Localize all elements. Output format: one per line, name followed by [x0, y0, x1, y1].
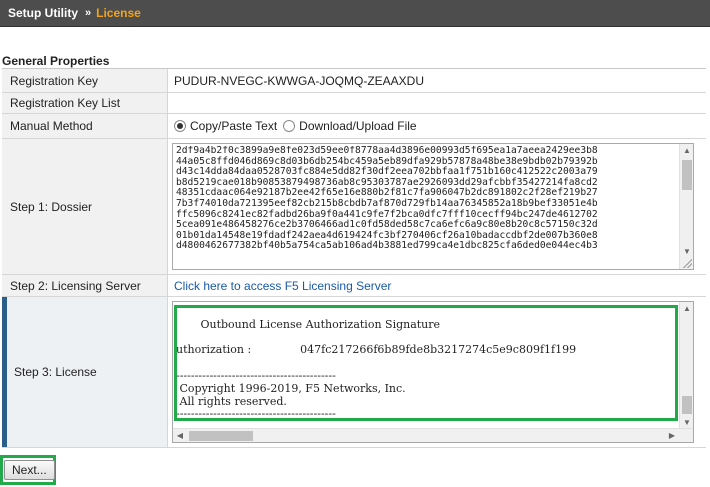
registration-key-list-value — [168, 93, 706, 113]
licensing-server-label: Step 2: Licensing Server — [2, 275, 168, 296]
arrow-down-icon[interactable]: ▼ — [680, 245, 693, 259]
license-line: ----------------------------------------… — [176, 407, 336, 421]
license-line: Outbound License Authorization Signature — [176, 317, 441, 331]
license-hscroll-thumb[interactable] — [189, 431, 253, 441]
dossier-text: 2df9a4b2f0c3899a9e8fe023d59ee0f8778aa4d3… — [176, 146, 681, 252]
dossier-vertical-scrollbar[interactable]: ▲ ▼ — [679, 144, 693, 269]
license-line: Copyright 1996-2019, F5 Networks, Inc. — [176, 381, 406, 395]
dossier-line: 7b3f74010da721395eef82cb215b8cbdb7af870d… — [176, 197, 598, 209]
registration-key-label: Registration Key — [2, 69, 168, 92]
next-button[interactable]: Next... — [4, 460, 55, 480]
license-cell: Outbound License Authorization Signature… — [168, 297, 706, 447]
license-line: uthorization : 047fc217266f6b89fde8b3217… — [176, 343, 577, 357]
license-label: Step 3: License — [2, 297, 168, 447]
registration-key-list-label: Registration Key List — [2, 93, 168, 113]
dossier-label: Step 1: Dossier — [2, 139, 168, 274]
arrow-up-icon[interactable]: ▲ — [680, 302, 693, 316]
license-text: Outbound License Authorization Signature… — [176, 306, 681, 421]
breadcrumb-root[interactable]: Setup Utility — [8, 6, 78, 20]
row-manual-method: Manual Method Copy/Paste Text Download/U… — [2, 114, 706, 139]
general-properties-table: Registration Key PUDUR-NVEGC-KWWGA-JOQMQ… — [2, 68, 706, 448]
download-upload-label[interactable]: Download/Upload File — [299, 119, 416, 133]
row-licensing-server: Step 2: Licensing Server Click here to a… — [2, 275, 706, 297]
breadcrumb: Setup Utility » License — [0, 0, 710, 27]
manual-method-options: Copy/Paste Text Download/Upload File — [168, 114, 706, 138]
registration-key-value: PUDUR-NVEGC-KWWGA-JOQMQ-ZEAAXDU — [174, 73, 424, 88]
license-textarea[interactable]: Outbound License Authorization Signature… — [172, 301, 694, 443]
breadcrumb-current: License — [96, 6, 141, 20]
breadcrumb-separator: » — [85, 7, 92, 19]
arrow-up-icon[interactable]: ▲ — [680, 144, 693, 158]
dossier-cell: 2df9a4b2f0c3899a9e8fe023d59ee0f8778aa4d3… — [168, 139, 706, 274]
manual-method-label: Manual Method — [2, 114, 168, 138]
download-upload-radio[interactable] — [283, 120, 296, 132]
row-registration-key-list: Registration Key List — [2, 93, 706, 114]
row-dossier: Step 1: Dossier 2df9a4b2f0c3899a9e8fe023… — [2, 139, 706, 275]
license-line — [176, 306, 681, 319]
license-line: ----------------------------------------… — [176, 368, 336, 382]
copy-paste-radio[interactable] — [174, 120, 186, 132]
licensing-server-link[interactable]: Click here to access F5 Licensing Server — [174, 279, 391, 293]
arrow-left-icon[interactable]: ◀ — [173, 429, 187, 442]
row-license: Step 3: License Outbound License Authori… — [2, 297, 706, 448]
license-vertical-scrollbar[interactable]: ▲ ▼ — [679, 302, 693, 430]
copy-paste-label[interactable]: Copy/Paste Text — [190, 119, 277, 133]
section-title: General Properties — [2, 54, 110, 68]
resize-grip-icon[interactable] — [682, 258, 692, 268]
dossier-textarea[interactable]: 2df9a4b2f0c3899a9e8fe023d59ee0f8778aa4d3… — [172, 143, 694, 270]
arrow-right-icon[interactable]: ▶ — [665, 429, 679, 442]
license-scroll-thumb[interactable] — [682, 396, 692, 414]
license-horizontal-scrollbar[interactable]: ◀ ▶ — [173, 428, 693, 442]
licensing-server-cell: Click here to access F5 Licensing Server — [168, 275, 706, 296]
dossier-line: 2df9a4b2f0c3899a9e8fe023d59ee0f8778aa4d3… — [176, 146, 598, 156]
row-registration-key: Registration Key PUDUR-NVEGC-KWWGA-JOQMQ… — [2, 69, 706, 93]
dossier-line: d4800462677382bf40b5a754ca5ab106ad4b3881… — [176, 240, 598, 252]
dossier-scroll-thumb[interactable] — [682, 160, 692, 190]
